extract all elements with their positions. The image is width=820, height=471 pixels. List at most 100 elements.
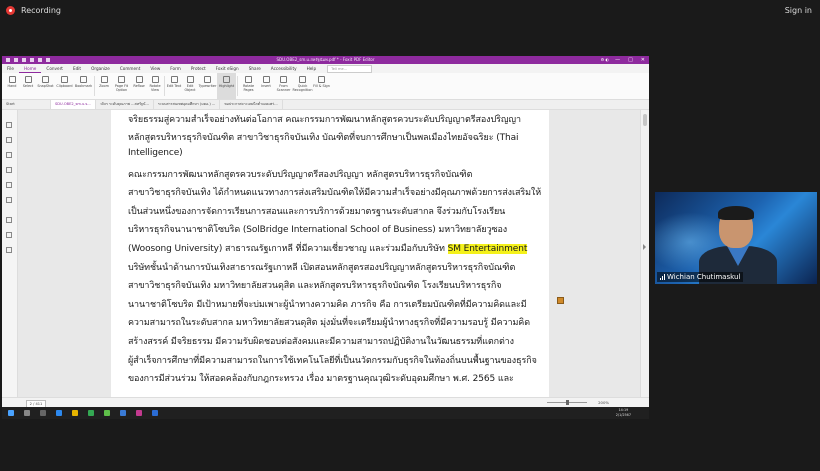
tab-document[interactable]: วจิจร ระดับคุณภาพ ...สหรัฐนั... — [96, 100, 154, 109]
text-line: สาขาวิชาธุรกิจบันเทิง ได้กำหนดแนวทางการส… — [128, 188, 542, 198]
hand-tool-button[interactable]: Hand — [4, 73, 20, 99]
pdf-page: จริยธรรมสู่ความสำเร็จอย่างทันต่อโอกาส คณ… — [111, 110, 549, 397]
snapshot-button[interactable]: SnapShot — [36, 73, 55, 99]
attachments-panel-icon[interactable] — [6, 182, 12, 188]
menu-file[interactable]: File — [2, 64, 19, 73]
menu-view[interactable]: View — [145, 64, 165, 73]
menu-protect[interactable]: Protect — [186, 64, 211, 73]
text-line: คณะกรรมการพัฒนาหลักสูตรควบระดับปริญญาตรี… — [128, 170, 473, 180]
highlighter-icon — [223, 76, 230, 83]
zoom-slider-handle[interactable] — [566, 400, 569, 405]
chrome-icon[interactable] — [88, 410, 94, 416]
shared-screen-window: SDU.OBE2_sm.u.สหรัฐนัมพ.pdf * - Foxit PD… — [2, 56, 649, 419]
rotate-pages-icon — [245, 76, 252, 83]
edit-object-button[interactable]: Edit Object — [182, 73, 198, 99]
menu-edit[interactable]: Edit — [68, 64, 86, 73]
participant-name: Wichian Chutimaskul — [667, 273, 741, 281]
file-explorer-icon[interactable] — [72, 410, 78, 416]
menu-home[interactable]: Home — [19, 64, 42, 73]
zoom-app-icon[interactable] — [120, 410, 126, 416]
quick-recognition-button[interactable]: Quick Recognition — [293, 73, 312, 99]
text-line: สร้างสรรค์ มีจริยธรรม มีความรับผิดชอบต่อ… — [128, 337, 514, 347]
maximize-button[interactable]: □ — [628, 56, 633, 64]
select-tool-button[interactable]: Select — [20, 73, 36, 99]
task-view-icon[interactable] — [40, 410, 46, 416]
menu-form[interactable]: Form — [165, 64, 186, 73]
menu-organize[interactable]: Organize — [86, 64, 115, 73]
participant-hair — [718, 206, 754, 220]
layers-panel-icon[interactable] — [6, 167, 12, 173]
edit-text-icon — [170, 76, 178, 83]
collapse-arrow-icon[interactable] — [643, 244, 646, 250]
close-button[interactable]: ✕ — [641, 56, 645, 64]
pages-panel-icon[interactable] — [6, 137, 12, 143]
record-icon — [6, 6, 15, 15]
search-panel-icon[interactable] — [6, 247, 12, 253]
clock-date: 2/1/2567 — [615, 413, 631, 417]
rotate-icon — [151, 76, 159, 83]
menu-share[interactable]: Share — [244, 64, 266, 73]
sign-in-link[interactable]: Sign in — [785, 6, 812, 15]
foxit-app-icon[interactable] — [136, 410, 142, 416]
menu-comment[interactable]: Comment — [115, 64, 146, 73]
signature-panel-icon[interactable] — [6, 197, 12, 203]
participant-video[interactable]: Wichian Chutimaskul — [655, 192, 817, 284]
title-bar: SDU.OBE2_sm.u.สหรัฐนัมพ.pdf * - Foxit PD… — [2, 56, 649, 64]
pen-icon — [318, 76, 325, 83]
tags-panel-icon[interactable] — [6, 232, 12, 238]
bookmark-panel-icon[interactable] — [6, 122, 12, 128]
system-clock[interactable]: 14:19 2/1/2567 — [616, 408, 631, 418]
edge-browser-icon[interactable] — [56, 410, 62, 416]
page-fit-option-button[interactable]: Page Fit Option — [112, 73, 131, 99]
vertical-scrollbar[interactable] — [640, 110, 649, 397]
zoom-button[interactable]: Zoom — [96, 73, 112, 99]
scrollbar-thumb[interactable] — [643, 114, 647, 126]
menu-accessibility[interactable]: Accessibility — [266, 64, 302, 73]
zoom-icon — [100, 76, 108, 83]
ribbon-toolbar: Hand Select SnapShot Clipboard Bookmark … — [2, 73, 649, 100]
text-line: Intelligence) — [128, 148, 183, 158]
reflow-button[interactable]: Reflow — [131, 73, 147, 99]
edit-text-button[interactable]: Edit Text — [166, 73, 182, 99]
text-line: ของการมีส่วนร่วม ให้สอดคล้องกับกฎกระทรวง… — [128, 374, 514, 384]
bookmark-icon — [80, 76, 87, 83]
scanner-icon — [280, 76, 287, 83]
minimize-button[interactable]: — — [615, 56, 620, 64]
text-line: ความสามารถในระดับสากล มหาวิทยาลัยสวนดุสิ… — [128, 318, 530, 328]
recording-indicator: Recording — [6, 6, 61, 15]
from-scanner-button[interactable]: From Scanner — [274, 73, 293, 99]
document-view[interactable]: จริยธรรมสู่ความสำเร็จอย่างทันต่อโอกาส คณ… — [18, 110, 640, 397]
menu-convert[interactable]: Convert — [41, 64, 68, 73]
typewriter-button[interactable]: Typewriter — [198, 73, 217, 99]
menu-help[interactable]: Help — [302, 64, 322, 73]
rotate-view-button[interactable]: Rotate View — [147, 73, 163, 99]
window-controls: — □ ✕ — [615, 56, 645, 64]
windows-start-icon[interactable] — [8, 410, 14, 416]
search-icon[interactable] — [24, 410, 30, 416]
highlighted-text[interactable]: SM Entertainment — [447, 244, 527, 254]
clipboard-icon — [61, 76, 68, 83]
signal-bars-icon — [660, 274, 665, 280]
ribbon-divider — [164, 76, 165, 96]
clipboard-button[interactable]: Clipboard — [55, 73, 74, 99]
fill-sign-button[interactable]: Fill & Sign — [312, 73, 331, 99]
rotate-pages-button[interactable]: Rotate Pages — [239, 73, 258, 99]
tab-document[interactable]: ขอประกาศจาะเลยนีกต่ำเผยแพร่... — [220, 100, 283, 109]
content-panel-icon[interactable] — [6, 217, 12, 223]
insert-button[interactable]: Insert — [258, 73, 274, 99]
page-fit-icon — [118, 76, 125, 83]
ocr-icon — [299, 76, 306, 83]
account-icon[interactable]: ⚙ ◐ — [601, 56, 609, 64]
highlight-button[interactable]: Highlight — [217, 73, 236, 99]
menu-foxit-esign[interactable]: Foxit eSign — [211, 64, 244, 73]
teams-app-icon[interactable] — [152, 410, 158, 416]
bookmark-button[interactable]: Bookmark — [74, 73, 93, 99]
tab-start[interactable]: Start — [2, 100, 51, 109]
line-app-icon[interactable] — [104, 410, 110, 416]
tab-current-document[interactable]: SDU.OBE2_sm.u.s... — [51, 100, 96, 109]
tab-document[interactable]: ระบบสารสนเทศอุดมศึกษา (มคอ.) ... — [154, 100, 221, 109]
insert-icon — [262, 76, 270, 83]
tell-me-search[interactable]: Tell me... — [327, 65, 373, 73]
text-line: บริษัทชั้นนำด้านการบันเทิงสาธารณรัฐเกาหล… — [128, 263, 516, 273]
comments-panel-icon[interactable] — [6, 152, 12, 158]
